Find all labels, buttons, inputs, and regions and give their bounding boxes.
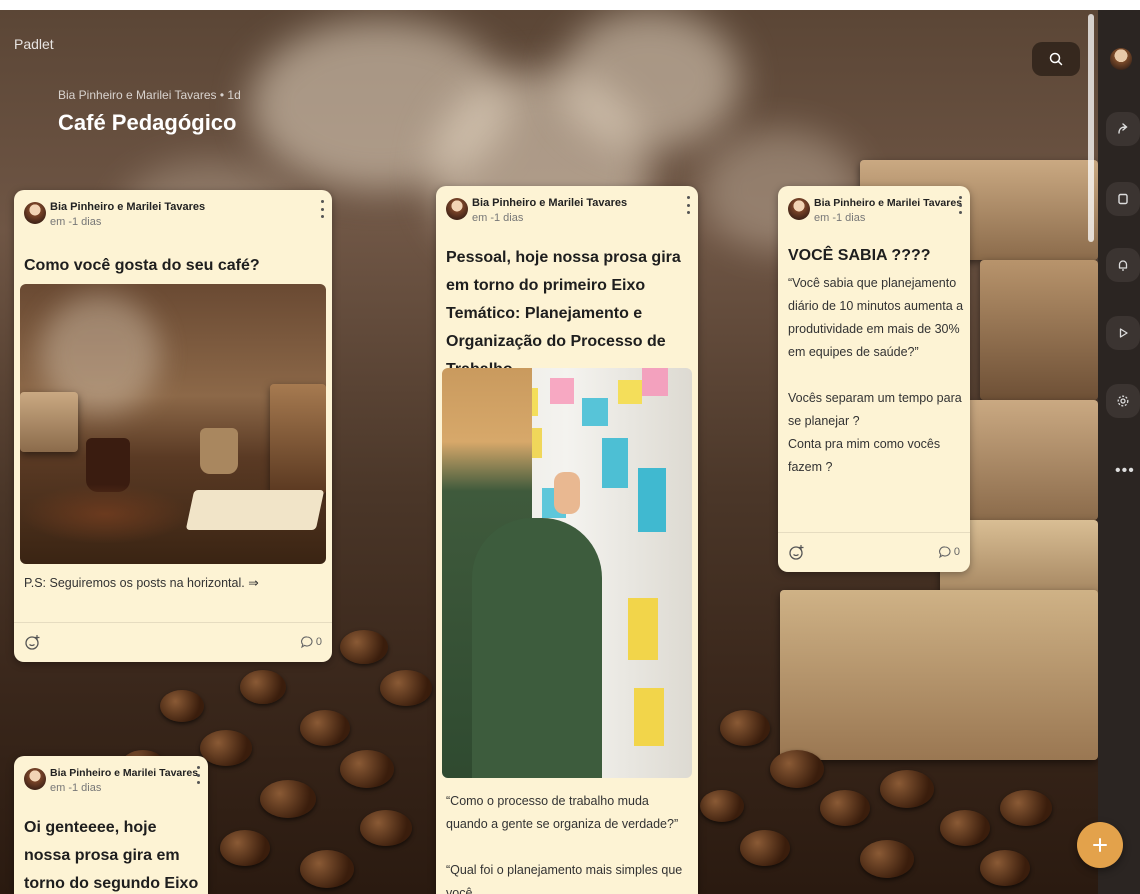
- comment-count: 0: [953, 546, 960, 558]
- window-top-strip: [0, 0, 1140, 10]
- reaction-icon[interactable]: [788, 543, 806, 561]
- notifications-button[interactable]: [1106, 248, 1140, 282]
- post-card[interactable]: Bia Pinheiro e Marilei Tavares em -1 dia…: [436, 186, 698, 894]
- post-date: em -1 dias: [814, 212, 866, 224]
- post-title: VOCÊ SABIA ????: [788, 247, 931, 264]
- more-icon[interactable]: •••: [1115, 462, 1135, 480]
- post-footer: 0: [778, 532, 970, 572]
- bell-icon: [1118, 260, 1128, 271]
- post-image[interactable]: [20, 284, 326, 564]
- post-menu-icon[interactable]: [194, 766, 202, 784]
- settings-button[interactable]: [1106, 384, 1140, 418]
- post-title: Oi genteeee, hoje nossa prosa gira em to…: [24, 819, 199, 892]
- post-title: Como você gosta do seu café?: [24, 257, 260, 274]
- add-post-button[interactable]: [1077, 822, 1123, 868]
- vertical-scrollbar[interactable]: [1088, 14, 1094, 242]
- reaction-icon[interactable]: [24, 633, 42, 651]
- author-avatar: [24, 202, 46, 224]
- board-meta: Bia Pinheiro e Marilei Tavares • 1d: [58, 88, 241, 102]
- comment-button[interactable]: 0: [938, 545, 960, 559]
- slideshow-button[interactable]: [1106, 316, 1140, 350]
- search-button[interactable]: [1032, 42, 1080, 76]
- comment-icon: [938, 546, 951, 559]
- post-author: Bia Pinheiro e Marilei Tavares: [814, 197, 963, 209]
- remake-icon: [1118, 193, 1128, 205]
- post-body: “Você sabia que planejamento diário de 1…: [788, 276, 964, 474]
- post-body: P.S: Seguiremos os posts na horizontal. …: [24, 576, 259, 590]
- gear-icon: [1117, 395, 1129, 407]
- post-author: Bia Pinheiro e Marilei Tavares: [50, 201, 206, 213]
- board-title: Café Pedagógico: [58, 110, 237, 135]
- post-menu-icon[interactable]: [684, 196, 692, 214]
- post-date: em -1 dias: [50, 216, 102, 228]
- post-body: “Como o processo de trabalho muda quando…: [446, 794, 683, 894]
- post-author: Bia Pinheiro e Marilei Tavares: [472, 197, 628, 209]
- share-icon: [1118, 123, 1128, 134]
- comment-count: 0: [315, 636, 322, 648]
- search-icon: [1049, 52, 1063, 66]
- post-image[interactable]: [442, 368, 692, 778]
- post-title: Pessoal, hoje nossa prosa gira em torno …: [446, 249, 681, 378]
- remake-button[interactable]: [1106, 182, 1140, 216]
- user-avatar[interactable]: [1110, 48, 1132, 70]
- post-card[interactable]: Bia Pinheiro e Marilei Tavares em -1 dia…: [14, 756, 208, 894]
- plus-icon: [1093, 838, 1107, 852]
- padlet-logo[interactable]: Padlet: [14, 36, 54, 52]
- author-avatar: [788, 198, 810, 220]
- comment-icon: [300, 636, 313, 649]
- author-avatar: [446, 198, 468, 220]
- post-card[interactable]: Bia Pinheiro e Marilei Tavares em -1 dia…: [778, 186, 970, 572]
- post-date: em -1 dias: [472, 212, 524, 224]
- post-date: em -1 dias: [50, 782, 102, 794]
- share-button[interactable]: [1106, 112, 1140, 146]
- post-menu-icon[interactable]: [956, 196, 964, 214]
- post-footer: 0: [14, 622, 332, 662]
- post-menu-icon[interactable]: [318, 200, 326, 218]
- post-card[interactable]: Bia Pinheiro e Marilei Tavares em -1 dia…: [14, 190, 332, 662]
- post-author: Bia Pinheiro e Marilei Tavares: [50, 767, 199, 779]
- comment-button[interactable]: 0: [300, 635, 322, 649]
- author-avatar: [24, 768, 46, 790]
- play-icon: [1119, 328, 1128, 338]
